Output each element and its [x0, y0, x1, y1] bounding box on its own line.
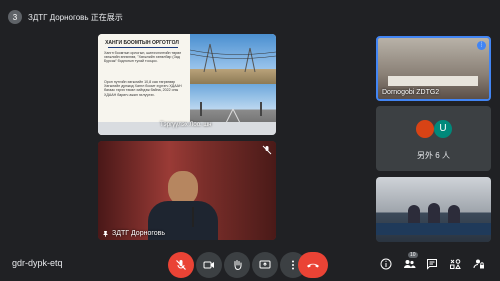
- others-count-label: 另外 6 人: [417, 151, 450, 160]
- presentation-tile[interactable]: ХАНГИ БООМТЫН ОРГОТГОЛ Хангн боомтын орл…: [98, 34, 276, 135]
- mic-toggle-button[interactable]: [168, 252, 194, 278]
- camera-icon: [203, 261, 214, 269]
- slide-title-underline: [108, 47, 178, 48]
- speaker-name-label: ЗДТГ Дорноговь: [102, 230, 165, 237]
- participants-button[interactable]: 10: [402, 252, 418, 271]
- activities-icon: [450, 259, 461, 269]
- slide-bullet-1: Хангн боомтын орлогын, шинэчлэлтийн төрө…: [104, 51, 182, 64]
- chat-icon: [427, 259, 437, 270]
- present-screen-button[interactable]: [252, 252, 278, 278]
- activities-button[interactable]: [448, 257, 462, 271]
- speaking-indicator: ⋮: [477, 41, 486, 50]
- present-icon: [259, 260, 271, 269]
- participant-tile-bottom[interactable]: [376, 177, 491, 242]
- attendee-2: [428, 203, 440, 223]
- others-tile[interactable]: U 另外 6 人: [376, 106, 491, 171]
- presenter-count-badge: 3: [8, 10, 22, 24]
- info-icon: [380, 258, 392, 270]
- desk-microphone: [192, 207, 194, 227]
- avatar-2: U: [434, 120, 452, 138]
- lock-person-icon: [473, 259, 484, 269]
- pin-icon: [103, 231, 108, 237]
- speaker-tile[interactable]: ЗДТГ Дорноговь: [98, 141, 276, 240]
- mic-off-icon: [176, 260, 186, 270]
- hangup-icon: [307, 263, 319, 268]
- slide-text-panel: ХАНГИ БООМТЫН ОРГОТГОЛ Хангн боомтын орл…: [98, 34, 190, 135]
- speaker-portrait: [168, 171, 198, 205]
- slide-photo-powerlines: [189, 34, 276, 84]
- info-button[interactable]: [379, 257, 393, 271]
- slide-overlay-text: Тэргүүлэх Лоо. шн: [160, 122, 212, 128]
- end-call-button[interactable]: [298, 252, 328, 278]
- people-icon: [403, 260, 415, 268]
- powerline-graphic: [189, 43, 276, 73]
- slide-bullet-2: Орон нутгийн хөгжлийн 10,8 сая төгрөгөөр…: [104, 80, 182, 97]
- participant-tile-top[interactable]: Dornogobi ZDTG2 ⋮: [376, 36, 491, 101]
- meeting-controls-bar: gdr-dypk-etq 10: [0, 249, 500, 281]
- camera-toggle-button[interactable]: [196, 252, 222, 278]
- speaker-name: ЗДТГ Дорноговь: [112, 230, 166, 237]
- room-table: [388, 76, 478, 86]
- participants-count-badge: 10: [408, 252, 418, 258]
- participant-name-label: Dornogobi ZDTG2: [382, 89, 440, 96]
- attendee-1: [408, 205, 420, 223]
- meeting-code: gdr-dypk-etq: [12, 258, 63, 268]
- presentation-status-text: ЗДТГ Дорноговь 正在展示: [28, 12, 123, 22]
- conference-table: [376, 223, 491, 235]
- raise-hand-button[interactable]: [224, 252, 250, 278]
- attendee-3: [448, 205, 460, 223]
- avatar-1: [416, 120, 434, 138]
- chat-button[interactable]: [425, 257, 439, 271]
- presentation-banner: 3 ЗДТГ Дорноговь 正在展示: [8, 8, 123, 26]
- hand-icon: [234, 260, 242, 271]
- slide-title: ХАНГИ БООМТЫН ОРГОТГОЛ: [105, 40, 179, 46]
- host-controls-button[interactable]: [472, 257, 486, 271]
- mic-off-icon: [262, 145, 272, 155]
